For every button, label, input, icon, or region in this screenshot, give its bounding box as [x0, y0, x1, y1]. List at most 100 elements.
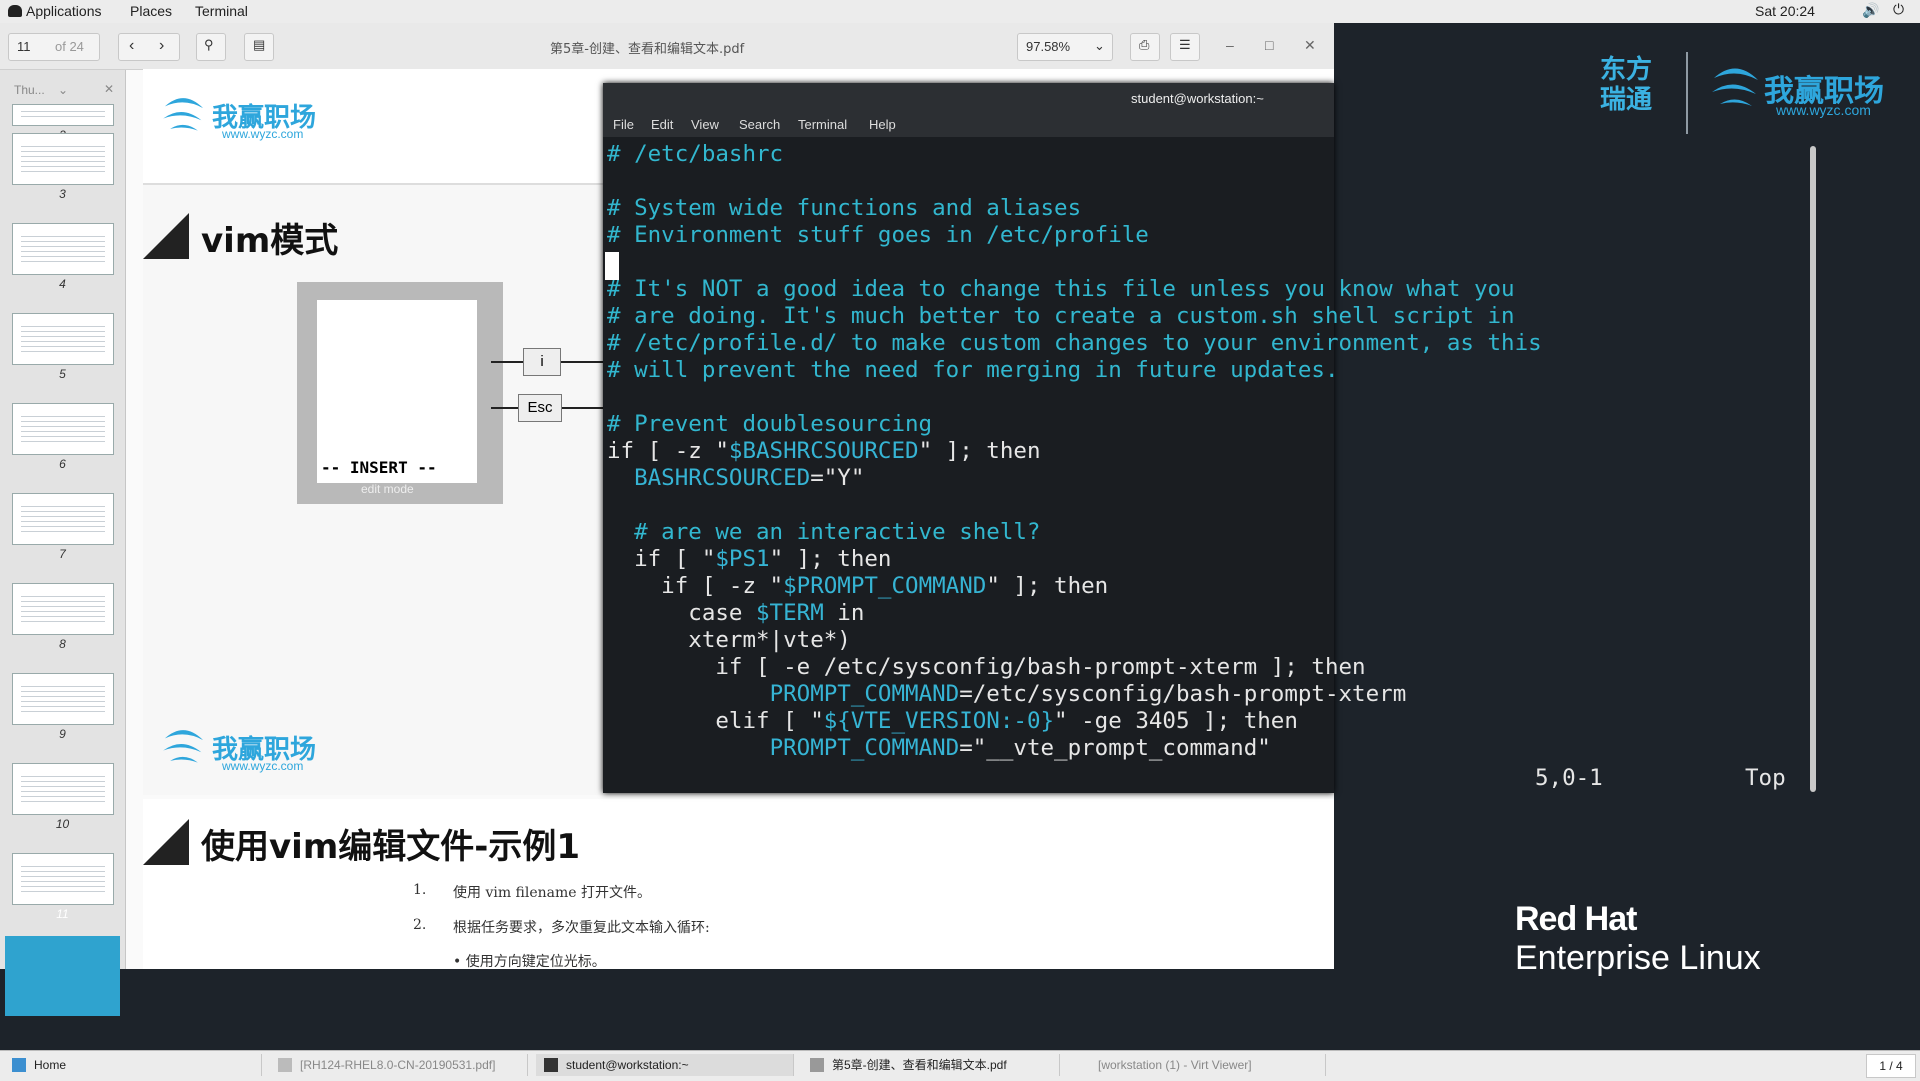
thumbnail-page-number: 8 [59, 637, 66, 651]
logo-divider [1686, 52, 1688, 134]
page-thumbnail[interactable] [12, 223, 114, 275]
thumbnail-preview [21, 232, 105, 262]
sidebar-mode-select[interactable]: Thu... ⌄ [14, 83, 68, 97]
terminal-line: # /etc/profile.d/ to make custom changes… [607, 330, 1542, 356]
terminal-line: if [ -e /etc/sysconfig/bash-prompt-xterm… [607, 654, 1366, 680]
bullet-text: • 使用方向键定位光标。 [453, 954, 606, 970]
key-esc: Esc [518, 394, 562, 422]
print-icon: ⎙ [1139, 37, 1150, 52]
taskbar-terminal[interactable]: student@workstation:~ [536, 1054, 794, 1076]
page-thumbnail[interactable] [12, 104, 114, 126]
terminal-line: # System wide functions and aliases [607, 195, 1082, 221]
terminal-menu-search[interactable]: Search [739, 117, 780, 132]
taskbar-virt-viewer[interactable]: [workstation (1) - Virt Viewer] [1068, 1054, 1326, 1076]
terminal-titlebar[interactable]: student@workstation:~ [603, 83, 1334, 113]
terminal-line: PROMPT_COMMAND="__vte_prompt_command" [769, 735, 1271, 761]
terminal-line: case $TERM in [607, 600, 865, 626]
terminal-title: student@workstation:~ [1131, 91, 1264, 106]
terminal-line: # It's NOT a good idea to change this fi… [607, 276, 1515, 302]
thumbnail-page-number: 4 [59, 277, 66, 291]
thumbnail-preview [21, 592, 105, 622]
step-number: 2. [413, 917, 427, 933]
thumbnail-page-number: 11 [56, 907, 69, 921]
document-title: 第5章-创建、查看和编辑文本.pdf [550, 42, 745, 57]
taskbar-pdf2[interactable]: 第5章-创建、查看和编辑文本.pdf [802, 1054, 1060, 1076]
step-text: 根据任务要求，多次重复此文本输入循环: [453, 920, 710, 936]
terminal-menu-terminal[interactable]: Terminal [798, 117, 847, 132]
terminal-menu[interactable]: Terminal [195, 3, 248, 19]
terminal-line: elif [ "${VTE_VERSION:-0}" -ge 3405 ]; t… [607, 708, 1298, 734]
title-triangle [143, 213, 189, 259]
minimize-icon[interactable]: – [1226, 37, 1234, 53]
page-thumbnail[interactable] [12, 763, 114, 815]
taskbar-home[interactable]: Home [4, 1054, 262, 1076]
redhat-enterprise-linux-logo: Red Hat Enterprise Linux [1515, 900, 1761, 977]
wyzc-mark-icon [163, 730, 204, 763]
document-icon [810, 1058, 824, 1072]
menu-button[interactable]: ☰ [1170, 33, 1200, 61]
page-thumbnail[interactable] [12, 493, 114, 545]
terminal-window: student@workstation:~ File Edit View Search… [603, 83, 1542, 793]
active-thumbnail-highlight [5, 936, 120, 1016]
page-number-input[interactable]: 11 [17, 39, 31, 54]
document-icon [278, 1058, 292, 1072]
print-button[interactable]: ⎙ [1130, 33, 1160, 61]
next-page-icon[interactable]: › [159, 37, 164, 55]
thumbnail-preview [21, 772, 105, 802]
terminal-menu-help[interactable]: Help [869, 117, 896, 132]
applications-menu[interactable]: Applications [8, 3, 102, 19]
step-number: 1. [413, 882, 427, 898]
terminal-menu-file[interactable]: File [613, 117, 634, 132]
zoom-select[interactable]: 97.58% ⌄ [1017, 33, 1113, 61]
annotation-icon: ▤ [253, 37, 266, 52]
thumbnail-page-number: 7 [59, 547, 66, 561]
step-text: 使用 vim filename 打开文件。 [453, 885, 652, 901]
search-button[interactable]: ⚲ [196, 33, 226, 61]
taskbar: Home [RH124-RHEL8.0-CN-20190531.pdf] stu… [0, 1050, 1920, 1081]
page-thumbnail[interactable] [12, 673, 114, 725]
terminal-scrollbar[interactable] [1810, 146, 1816, 792]
dongfang-ruitong-logo: 东方瑞通 [1600, 55, 1653, 115]
close-icon[interactable]: ✕ [1304, 37, 1316, 54]
previous-page-icon[interactable]: ‹ [129, 37, 134, 55]
thumbnail-page-number: 6 [59, 457, 66, 471]
terminal-menu-view[interactable]: View [691, 117, 719, 132]
terminal-menu-edit[interactable]: Edit [651, 117, 673, 132]
thumbnail-page-number: 9 [59, 727, 66, 741]
page-number-box: 11 of 24 [8, 33, 100, 61]
gnome-foot-icon [8, 5, 22, 17]
page-thumbnail[interactable] [12, 583, 114, 635]
page-thumbnail[interactable] [12, 403, 114, 455]
page-thumbnail[interactable] [12, 313, 114, 365]
terminal-line: # are we an interactive shell? [607, 519, 1041, 545]
title-triangle [143, 819, 189, 865]
wyzc-logo: 我赢职场 www.wyzc.com [158, 721, 316, 778]
chevron-down-icon: ⌄ [1094, 38, 1105, 53]
maximize-icon[interactable]: □ [1265, 37, 1273, 53]
slide-title: 使用vim编辑文件-示例1 [201, 827, 581, 867]
terminal-menubar: File Edit View Search Terminal Help [603, 113, 1334, 137]
wyzc-mark-icon [1712, 68, 1758, 106]
insert-mode-diagram: -- INSERT -- edit mode [297, 282, 503, 504]
search-icon: ⚲ [204, 37, 214, 52]
thumbnail-preview [21, 322, 105, 352]
thumbnail-preview [21, 502, 105, 532]
cursor-position: 5,0-1 [1535, 765, 1603, 791]
page-thumbnail[interactable] [12, 133, 114, 185]
wyzc-logo: 我赢职场 www.wyzc.com [1706, 58, 1886, 124]
power-icon[interactable]: ⏻ [1893, 1, 1904, 18]
volume-icon[interactable]: 🔊 [1862, 2, 1879, 19]
terminal-line: if [ -z "$BASHRCSOURCED" ]; then [607, 438, 1041, 464]
thumbnail-page-number: 3 [59, 187, 66, 201]
key-i: i [523, 348, 561, 376]
annotations-button[interactable]: ▤ [244, 33, 274, 61]
places-menu[interactable]: Places [130, 3, 172, 19]
taskbar-pdf1[interactable]: [RH124-RHEL8.0-CN-20190531.pdf] [270, 1054, 528, 1076]
thumbnail-preview [21, 682, 105, 712]
close-sidebar-icon[interactable]: ✕ [104, 82, 114, 96]
terminal-content[interactable]: # /etc/bashrc # System wide functions and… [603, 137, 1920, 793]
workspace-indicator[interactable]: 1 / 4 [1866, 1054, 1916, 1078]
page-thumbnail[interactable] [12, 853, 114, 905]
terminal-line: # /etc/bashrc [607, 141, 784, 167]
clock[interactable]: Sat 20:24 [1755, 3, 1815, 19]
